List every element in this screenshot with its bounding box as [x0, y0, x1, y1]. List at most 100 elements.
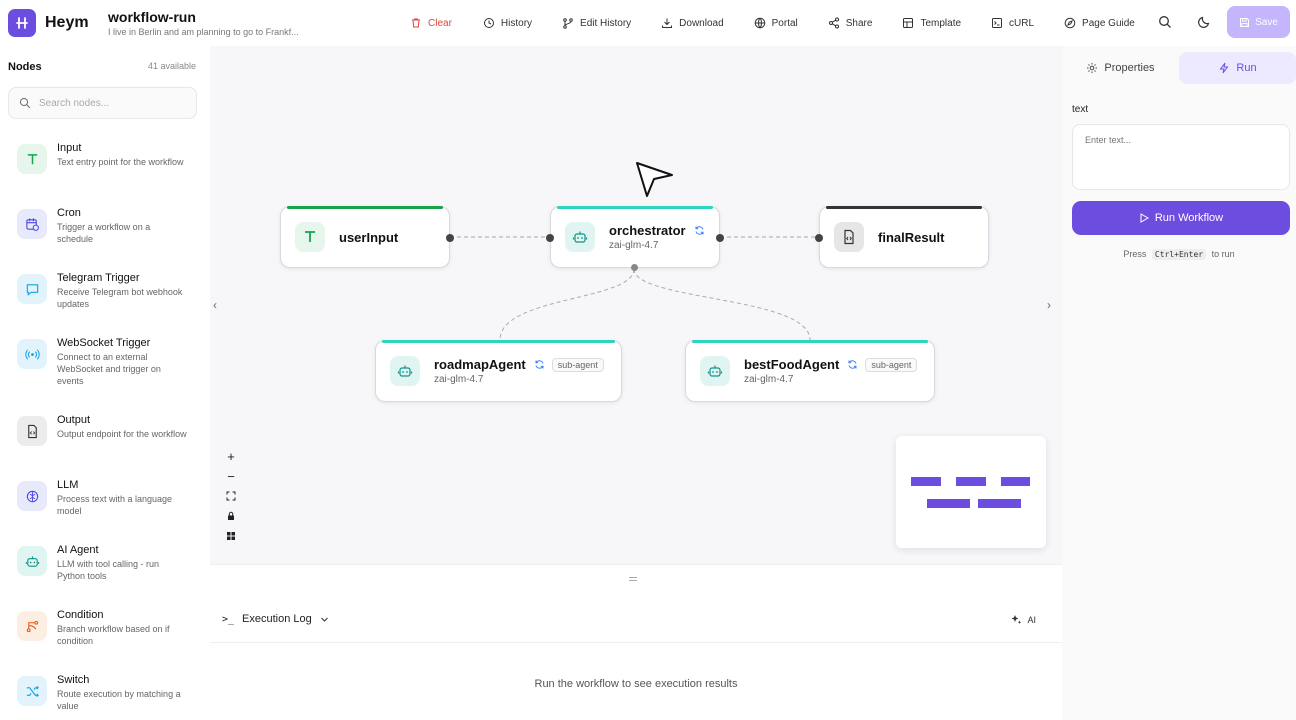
git-branch-icon — [563, 18, 573, 29]
node-item-name: Input — [57, 142, 82, 154]
share-icon — [828, 17, 839, 29]
node-item-name: LLM — [57, 479, 79, 491]
compass-icon — [1064, 17, 1076, 29]
node-item-ai-agent[interactable]: AI Agent LLM with tool calling - run Pyth… — [17, 543, 197, 582]
ai-label: AI — [1027, 614, 1036, 625]
output-handle[interactable] — [446, 234, 454, 242]
node-item-name: Cron — [57, 207, 81, 219]
output-handle[interactable] — [716, 234, 724, 242]
node-item-desc: Output endpoint for the workflow — [57, 429, 187, 439]
node-item-desc: Branch workflow based on if condition — [57, 624, 170, 646]
node-finalresult[interactable]: finalResult — [815, 206, 989, 268]
node-item-input[interactable]: Input Text entry point for the workflow — [17, 141, 197, 174]
node-item-condition[interactable]: Condition Branch workflow based on if con… — [17, 608, 197, 647]
node-item-websocket-trigger[interactable]: WebSocket Trigger Connect to an external … — [17, 336, 197, 387]
curl-button[interactable]: cURL — [991, 17, 1034, 29]
node-item-llm[interactable]: LLM Process text with a language model — [17, 478, 197, 517]
text-icon — [295, 222, 325, 252]
minimap-node — [978, 499, 1021, 508]
input-handle[interactable] — [546, 234, 554, 242]
save-button[interactable]: Save — [1227, 6, 1290, 38]
run-workflow-button[interactable]: Run Workflow — [1072, 201, 1290, 235]
sub-agent-badge: sub-agent — [551, 357, 604, 372]
node-item-desc: Connect to an external WebSocket and tri… — [57, 352, 161, 386]
node-model: zai-glm-4.7 — [609, 240, 659, 251]
node-item-name: Telegram Trigger — [57, 272, 140, 284]
share-button[interactable]: Share — [828, 17, 872, 29]
node-item-name: Output — [57, 414, 91, 426]
tab-run[interactable]: Run — [1179, 52, 1296, 84]
node-search-box[interactable] — [8, 87, 197, 119]
node-accent-line — [692, 340, 928, 343]
moon-icon[interactable] — [1197, 15, 1211, 29]
zoom-out-button[interactable]: − — [221, 466, 241, 486]
fit-view-icon[interactable] — [221, 486, 241, 506]
resize-handle[interactable] — [629, 577, 637, 581]
node-bestfoodagent[interactable]: bestFoodAgent sub-agent zai-glm-4.7 — [685, 340, 935, 402]
file-code-icon — [834, 222, 864, 252]
template-label: Template — [920, 17, 962, 29]
node-item-name: Condition — [57, 609, 104, 621]
minimap[interactable] — [896, 436, 1046, 548]
bottom-handle[interactable] — [631, 264, 638, 271]
tab-properties[interactable]: Properties — [1062, 52, 1179, 84]
sidebar-header: Nodes 41 available — [8, 61, 196, 73]
clear-button[interactable]: Clear — [410, 17, 452, 29]
hint-press: Press — [1123, 249, 1147, 259]
refresh-icon[interactable] — [694, 225, 705, 236]
node-item-switch[interactable]: Switch Route execution by matching a valu… — [17, 673, 197, 712]
edge-orchestrator-bestfoodagent — [633, 268, 811, 341]
node-roadmapagent[interactable]: roadmapAgent sub-agent zai-glm-4.7 — [375, 340, 622, 402]
refresh-icon[interactable] — [847, 359, 858, 370]
top-bar: Heym workflow-run I live in Berlin and a… — [0, 0, 1296, 46]
page-guide-label: Page Guide — [1082, 17, 1135, 29]
search-icon[interactable] — [1158, 15, 1172, 29]
download-button[interactable]: Download — [661, 17, 724, 29]
node-accent-line — [557, 206, 713, 209]
app-logo-icon[interactable] — [8, 9, 36, 37]
template-button[interactable]: Template — [902, 17, 961, 29]
play-icon — [1140, 213, 1149, 223]
chevron-right-icon[interactable]: › — [1047, 298, 1059, 312]
node-title: finalResult — [878, 229, 945, 245]
execution-log-toggle[interactable]: >_ Execution Log — [222, 613, 329, 625]
refresh-icon[interactable] — [534, 359, 545, 370]
zoom-in-button[interactable]: + — [221, 446, 241, 466]
edit-history-button[interactable]: Edit History — [562, 17, 631, 29]
history-button[interactable]: History — [483, 17, 532, 29]
workflow-canvas[interactable]: userInput orchestrator zai-glm-4.7 final… — [210, 46, 1062, 564]
node-item-cron[interactable]: Cron Trigger a workflow on a schedule — [17, 206, 197, 245]
text-input-field[interactable] — [1072, 124, 1290, 190]
minimap-node — [956, 477, 986, 486]
node-item-desc: Receive Telegram bot webhook updates — [57, 287, 183, 309]
right-panel: Properties Run text Run Workflow Press C… — [1062, 46, 1296, 720]
node-item-output[interactable]: Output Output endpoint for the workflow — [17, 413, 197, 446]
node-title: roadmapAgent — [434, 357, 526, 372]
download-icon — [662, 18, 673, 28]
portal-button[interactable]: Portal — [754, 17, 798, 29]
node-item-desc: Text entry point for the workflow — [57, 157, 184, 167]
sub-agent-badge: sub-agent — [865, 357, 918, 372]
chevron-left-icon[interactable]: ‹ — [213, 298, 225, 312]
calendar-clock-icon — [17, 209, 47, 239]
node-item-name: WebSocket Trigger — [57, 337, 151, 349]
node-item-telegram-trigger[interactable]: Telegram Trigger Receive Telegram bot web… — [17, 271, 197, 310]
node-orchestrator[interactable]: orchestrator zai-glm-4.7 — [546, 206, 724, 271]
execution-log-panel: >_ Execution Log AI Run the workflow to … — [210, 564, 1062, 720]
input-handle[interactable] — [815, 234, 823, 242]
lightning-icon — [1219, 62, 1229, 74]
node-accent-line — [382, 340, 615, 343]
chevron-down-icon — [320, 617, 328, 622]
ai-button[interactable]: AI — [1011, 614, 1036, 625]
page-guide-button[interactable]: Page Guide — [1064, 17, 1135, 29]
grid-icon[interactable] — [221, 526, 241, 546]
search-icon — [19, 97, 31, 109]
zoom-controls: + − — [221, 446, 241, 546]
terminal-prompt-icon: >_ — [222, 613, 235, 625]
node-title: bestFoodAgent — [744, 357, 840, 372]
workflow-title-block[interactable]: workflow-run I live in Berlin and am pla… — [108, 9, 358, 37]
node-userinput[interactable]: userInput — [280, 206, 454, 268]
workflow-name[interactable]: workflow-run — [108, 9, 358, 25]
lock-icon[interactable] — [221, 506, 241, 526]
node-search-input[interactable] — [39, 97, 179, 109]
